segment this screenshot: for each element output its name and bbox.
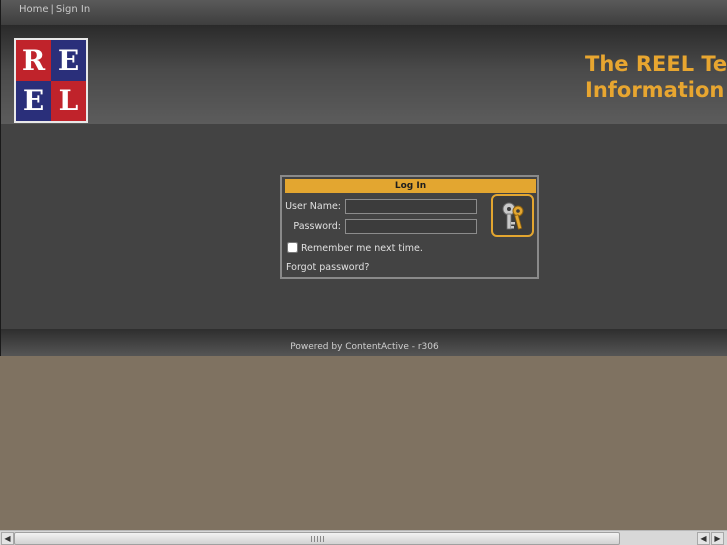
site-footer: Powered by ContentActive - r306 [1,329,727,356]
scroll-left-arrow-icon[interactable]: ◀ [1,532,14,545]
remember-label: Remember me next time. [301,243,423,254]
logo-letter-e2: E [16,80,51,121]
top-nav: Home | Sign In [1,0,727,26]
password-label: Password: [293,221,341,232]
logo-letter-e1: E [51,40,86,81]
remember-checkbox[interactable] [287,242,298,253]
login-title: Log In [285,179,536,193]
nav-home-link[interactable]: Home [19,4,49,15]
site-title: The REEL Tea Information S [585,51,727,107]
login-panel: Log In User Name: Password: Remember me … [280,175,539,279]
reel-logo[interactable]: R E E L [14,38,88,123]
main-content: Log In User Name: Password: Remember me … [1,124,727,329]
scrollbar-grip [311,536,325,542]
site-header: R E E L The REEL Tea Information S [1,26,727,124]
logo-letter-r: R [16,40,51,81]
logo-letter-l: L [51,80,86,121]
site-title-line1: The REEL Tea [585,52,727,76]
nav-links: Home | Sign In [19,4,90,15]
username-label: User Name: [285,201,341,212]
password-input[interactable] [345,219,477,234]
footer-text: Powered by ContentActive - r306 [290,342,439,352]
site-title-line2: Information S [585,78,727,102]
horizontal-scrollbar[interactable]: ◀ ◀ ▶ [0,530,727,545]
username-input[interactable] [345,199,477,214]
site-container: Home | Sign In R E E L The REEL Tea Inform… [0,0,727,356]
nav-separator: | [50,4,54,15]
scroll-left-arrow-icon-2[interactable]: ◀ [697,532,710,545]
forgot-password-link[interactable]: Forgot password? [286,262,369,273]
login-submit-button[interactable] [491,194,534,237]
keys-icon [502,202,523,230]
scroll-right-arrow-icon[interactable]: ▶ [711,532,724,545]
nav-sign-in-link[interactable]: Sign In [56,4,90,15]
scrollbar-thumb[interactable] [14,532,620,545]
